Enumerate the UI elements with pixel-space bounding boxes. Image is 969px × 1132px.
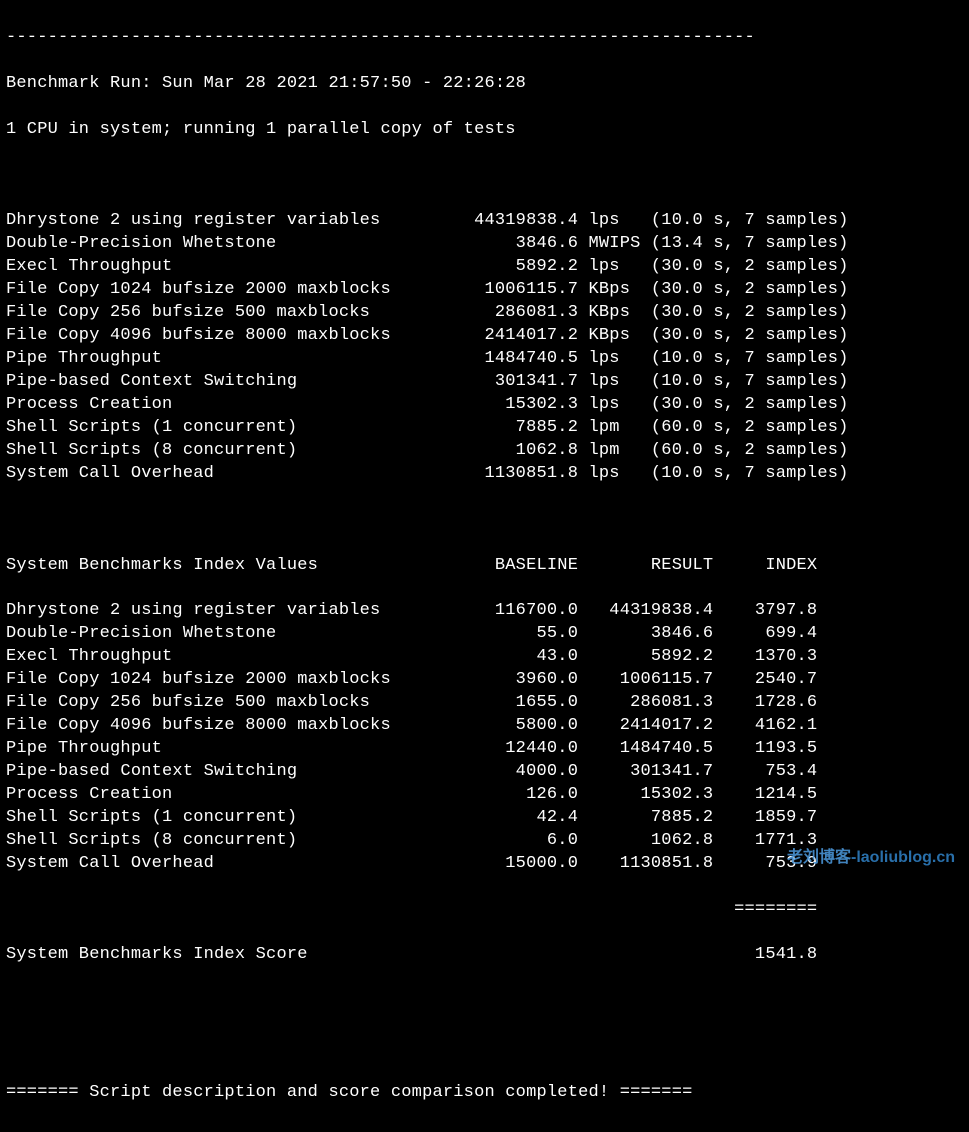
blank <box>6 1036 963 1059</box>
benchmark-run-line: Benchmark Run: Sun Mar 28 2021 21:57:50 … <box>6 73 963 96</box>
index-row: File Copy 1024 bufsize 2000 maxblocks 39… <box>6 669 963 692</box>
result-row: Dhrystone 2 using register variables 443… <box>6 210 963 233</box>
results-block: Dhrystone 2 using register variables 443… <box>6 210 963 485</box>
result-row: File Copy 4096 bufsize 8000 maxblocks 24… <box>6 325 963 348</box>
result-row: Pipe-based Context Switching 301341.7 lp… <box>6 371 963 394</box>
index-row: Pipe-based Context Switching 4000.0 3013… <box>6 761 963 784</box>
index-block: Dhrystone 2 using register variables 116… <box>6 600 963 875</box>
result-row: Pipe Throughput 1484740.5 lps (10.0 s, 7… <box>6 348 963 371</box>
index-row: Shell Scripts (8 concurrent) 6.0 1062.8 … <box>6 830 963 853</box>
cpu-info-line: 1 CPU in system; running 1 parallel copy… <box>6 119 963 142</box>
blank <box>6 509 963 532</box>
index-row: File Copy 4096 bufsize 8000 maxblocks 58… <box>6 715 963 738</box>
separator-top: ----------------------------------------… <box>6 27 963 50</box>
blank <box>6 990 963 1013</box>
result-row: System Call Overhead 1130851.8 lps (10.0… <box>6 463 963 486</box>
result-row: Process Creation 15302.3 lps (30.0 s, 2 … <box>6 394 963 417</box>
blank <box>6 165 963 188</box>
index-row: Double-Precision Whetstone 55.0 3846.6 6… <box>6 623 963 646</box>
score-rule: ======== <box>6 899 963 922</box>
result-row: Double-Precision Whetstone 3846.6 MWIPS … <box>6 233 963 256</box>
index-row: Process Creation 126.0 15302.3 1214.5 <box>6 784 963 807</box>
result-row: File Copy 1024 bufsize 2000 maxblocks 10… <box>6 279 963 302</box>
index-row: Pipe Throughput 12440.0 1484740.5 1193.5 <box>6 738 963 761</box>
index-row: Execl Throughput 43.0 5892.2 1370.3 <box>6 646 963 669</box>
footer-line: ======= Script description and score com… <box>6 1082 963 1105</box>
index-header: System Benchmarks Index Values BASELINE … <box>6 555 963 578</box>
result-row: Shell Scripts (8 concurrent) 1062.8 lpm … <box>6 440 963 463</box>
result-row: Shell Scripts (1 concurrent) 7885.2 lpm … <box>6 417 963 440</box>
result-row: Execl Throughput 5892.2 lps (30.0 s, 2 s… <box>6 256 963 279</box>
score-line: System Benchmarks Index Score 1541.8 <box>6 944 963 967</box>
index-row: File Copy 256 bufsize 500 maxblocks 1655… <box>6 692 963 715</box>
index-row: Shell Scripts (1 concurrent) 42.4 7885.2… <box>6 807 963 830</box>
terminal-output: ----------------------------------------… <box>0 0 969 1132</box>
index-row: Dhrystone 2 using register variables 116… <box>6 600 963 623</box>
result-row: File Copy 256 bufsize 500 maxblocks 2860… <box>6 302 963 325</box>
index-row: System Call Overhead 15000.0 1130851.8 7… <box>6 853 963 876</box>
